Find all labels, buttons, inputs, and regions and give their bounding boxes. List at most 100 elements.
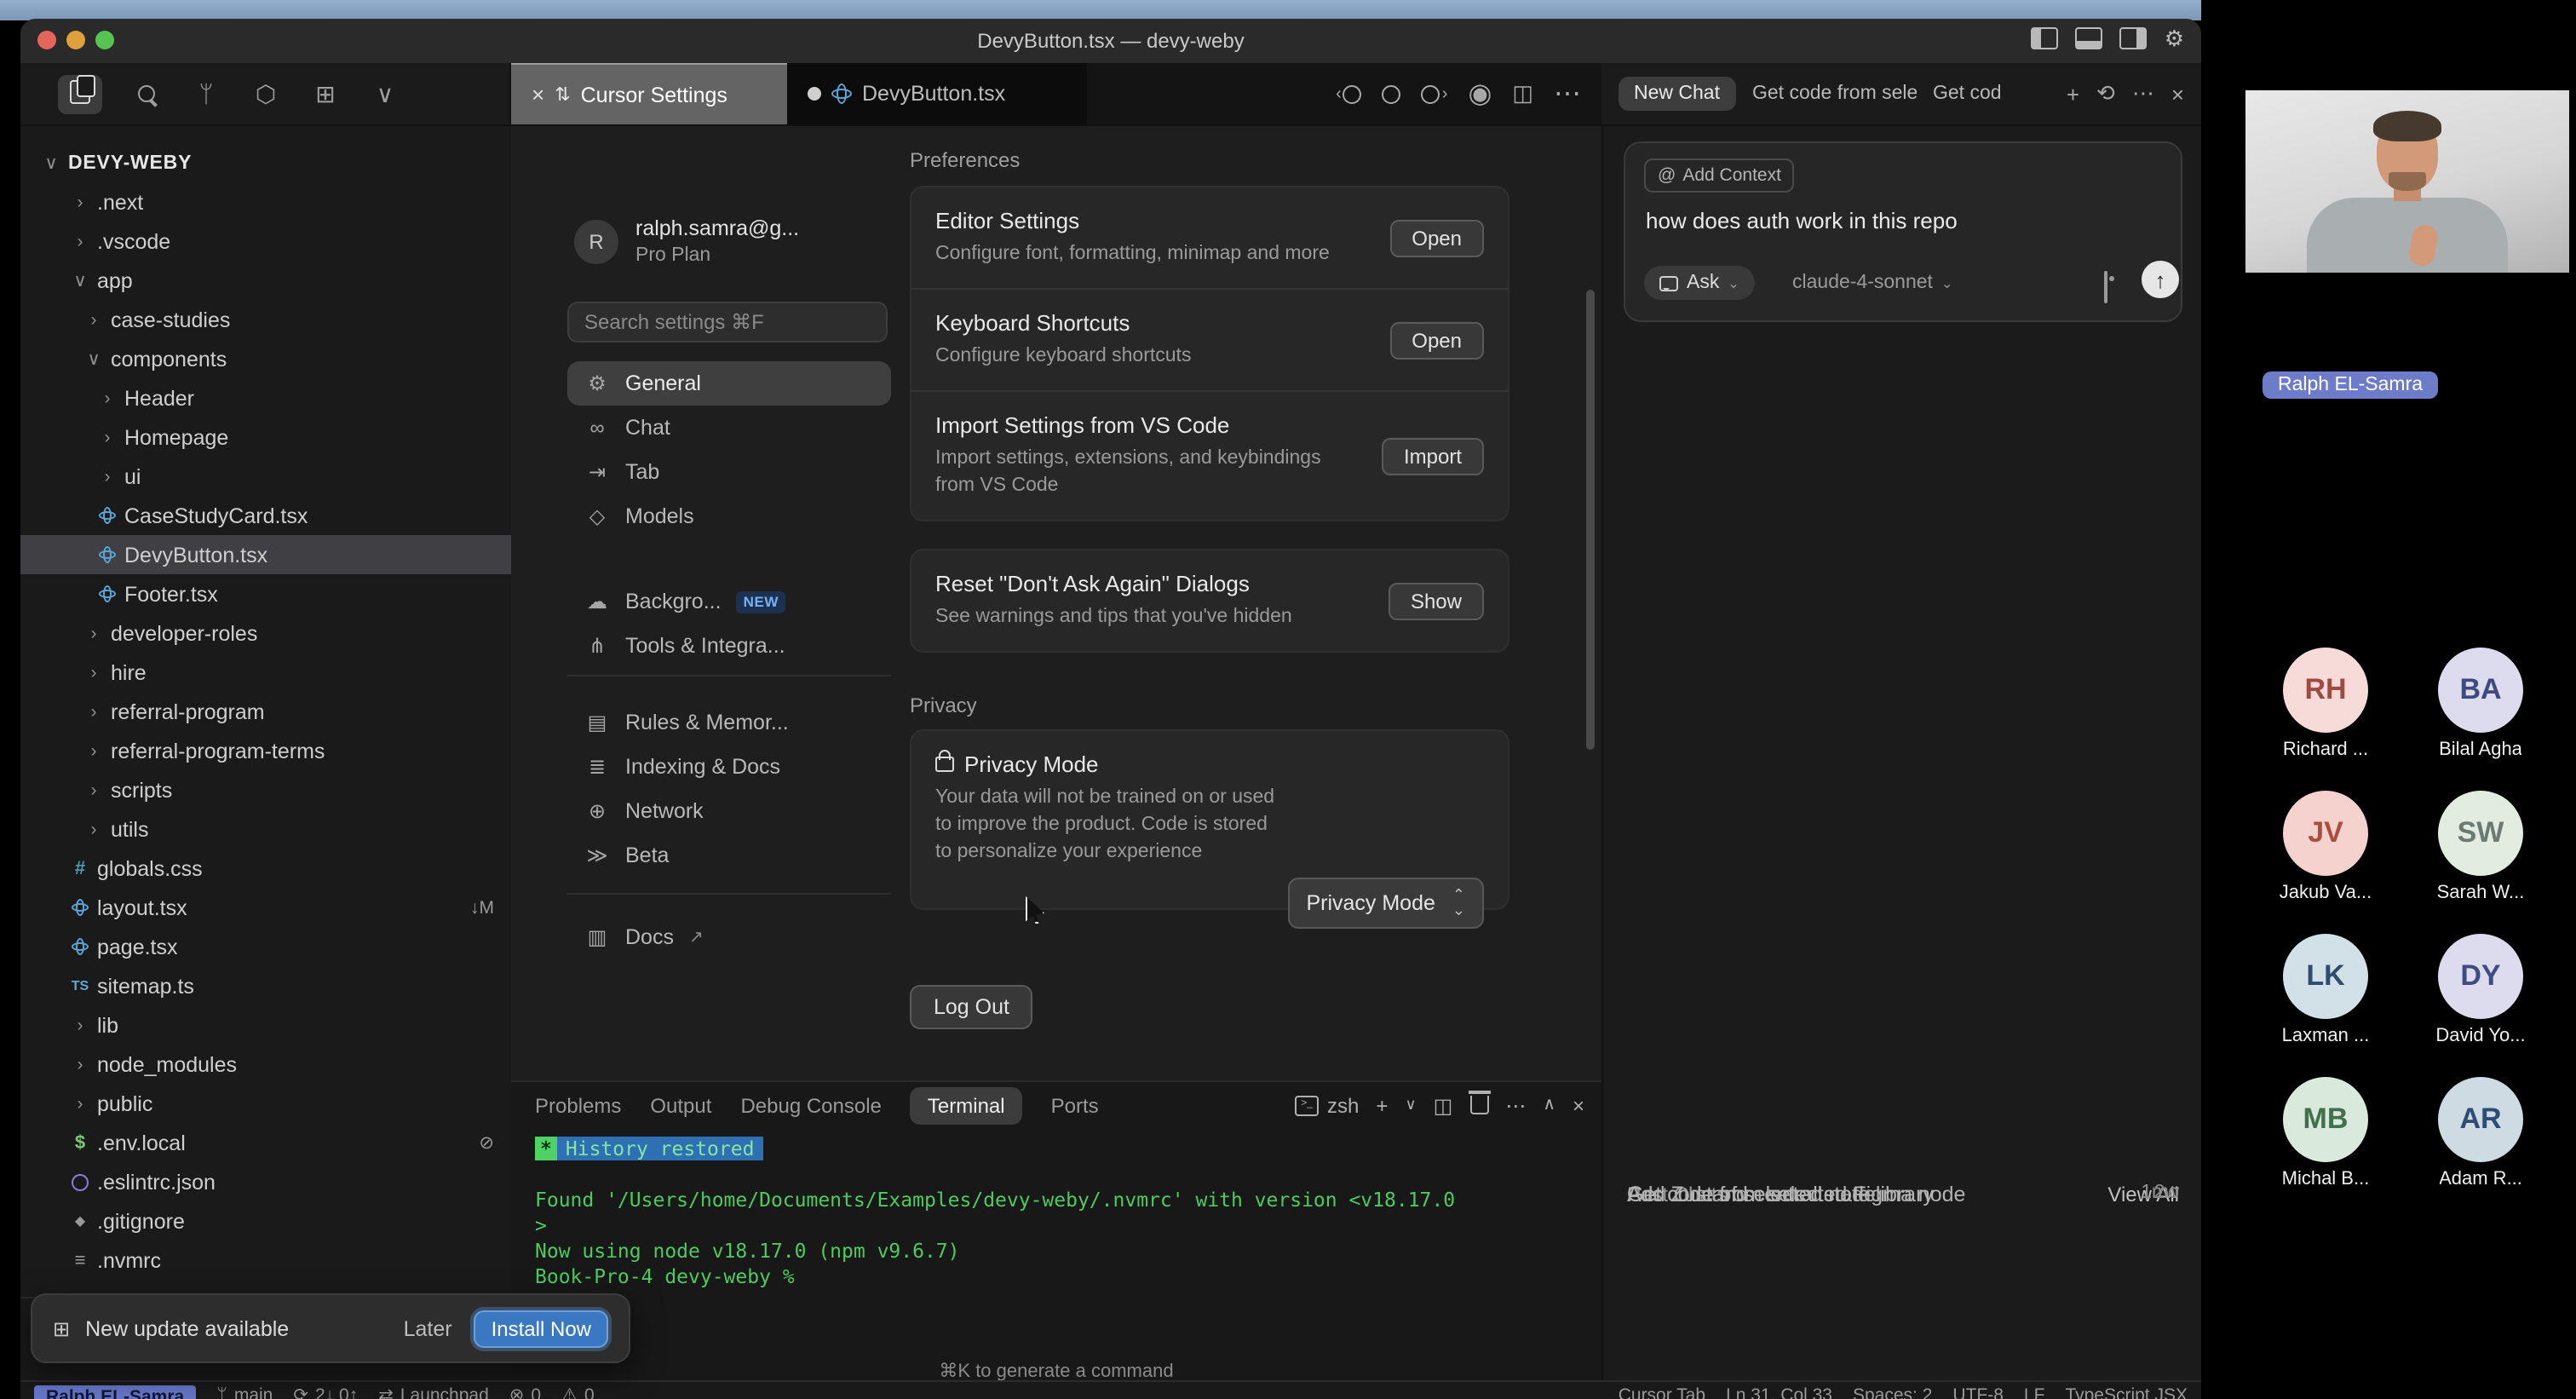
- more-icon[interactable]: ⋯: [1505, 1093, 1526, 1117]
- tree-item[interactable]: DevyButton.tsx: [20, 535, 511, 574]
- participant[interactable]: RH Richard ...: [2252, 648, 2399, 760]
- terminal-tab[interactable]: Ports: [1051, 1093, 1099, 1117]
- settings-nav-item[interactable]: ☁ Backgro... NEW: [567, 579, 891, 624]
- run-icon[interactable]: ◉: [1468, 77, 1492, 111]
- presenter-video[interactable]: [2245, 90, 2569, 273]
- privacy-mode-select[interactable]: Privacy Mode ⌃⌄: [1287, 878, 1484, 929]
- extensions-icon[interactable]: ⊞: [310, 79, 341, 108]
- tab-devybutton[interactable]: DevyButton.tsx: [787, 63, 1087, 124]
- attach-image-icon[interactable]: [2104, 271, 2107, 303]
- split-editor-icon[interactable]: ◫: [1512, 80, 1533, 107]
- chat-tab-1[interactable]: Get code from sele: [1752, 83, 1916, 104]
- maximize-panel-icon[interactable]: ∧: [1543, 1096, 1555, 1114]
- status-item[interactable]: ⚠0: [561, 1385, 595, 1399]
- tree-item[interactable]: sitemap.ts: [20, 966, 511, 1005]
- tree-item[interactable]: ∨ components: [20, 339, 511, 378]
- participant[interactable]: DY David Yo...: [2407, 934, 2554, 1046]
- tree-item[interactable]: .gitignore: [20, 1201, 511, 1241]
- tree-item[interactable]: .eslintrc.json: [20, 1162, 511, 1201]
- status-item[interactable]: Cursor Tab: [1619, 1385, 1705, 1399]
- tree-item[interactable]: › ui: [20, 457, 511, 496]
- tree-item[interactable]: › public: [20, 1084, 511, 1123]
- status-item[interactable]: UTF-8: [1952, 1385, 2004, 1399]
- later-button[interactable]: Later: [404, 1316, 452, 1340]
- more-icon[interactable]: ⋯: [2132, 80, 2154, 107]
- nav-current-icon[interactable]: [1383, 84, 1401, 103]
- toggle-left-sidebar-icon[interactable]: [2032, 27, 2059, 49]
- chat-tab-new[interactable]: New Chat: [1619, 77, 1735, 111]
- status-item[interactable]: Ln 31, Col 33: [1726, 1385, 1832, 1399]
- tree-item[interactable]: › hire: [20, 653, 511, 692]
- nav-back-icon[interactable]: ‹: [1336, 84, 1362, 103]
- explorer-icon[interactable]: [58, 74, 102, 113]
- tree-item[interactable]: › utils: [20, 809, 511, 849]
- chat-input-card[interactable]: @ Add Context how does auth work in this…: [1624, 141, 2182, 322]
- close-icon[interactable]: ×: [532, 82, 544, 107]
- new-terminal-icon[interactable]: +: [1376, 1093, 1388, 1117]
- tree-item[interactable]: ∨ app: [20, 261, 511, 300]
- terminal-tab[interactable]: Debug Console: [740, 1093, 881, 1117]
- more-actions-icon[interactable]: ⋯: [1554, 77, 1581, 111]
- install-now-button[interactable]: Install Now: [474, 1310, 608, 1347]
- tree-item[interactable]: › referral-program: [20, 692, 511, 731]
- new-chat-plus-icon[interactable]: +: [2067, 81, 2079, 107]
- settings-nav-item[interactable]: ⇥ Tab: [567, 450, 891, 494]
- chat-message-input[interactable]: how does auth work in this repo: [1646, 208, 1958, 233]
- settings-nav-item[interactable]: ▤ Rules & Memor...: [567, 700, 891, 745]
- settings-nav-item[interactable]: ⋔ Tools & Integra...: [567, 624, 891, 668]
- tree-item[interactable]: .env.local ⊘: [20, 1123, 511, 1162]
- modified-dot-icon[interactable]: [808, 87, 821, 101]
- shell-indicator[interactable]: >_zsh: [1295, 1093, 1359, 1117]
- status-item[interactable]: ⊗0: [509, 1385, 541, 1399]
- status-item[interactable]: ᛘmain: [216, 1385, 273, 1399]
- send-button[interactable]: ↑: [2142, 261, 2179, 298]
- status-item[interactable]: ⇄Launchpad: [378, 1385, 489, 1399]
- chat-tab-2[interactable]: Get cod: [1933, 83, 2002, 104]
- settings-nav-item-docs[interactable]: ▥ Docs ↗: [567, 915, 891, 959]
- participant[interactable]: SW Sarah W...: [2407, 791, 2554, 903]
- mode-selector[interactable]: Ask ⌄: [1644, 266, 1755, 300]
- show-button[interactable]: Show: [1389, 582, 1484, 619]
- tree-item[interactable]: › developer-roles: [20, 613, 511, 653]
- tree-item[interactable]: Footer.tsx: [20, 574, 511, 613]
- search-icon[interactable]: [131, 80, 162, 107]
- tree-item[interactable]: CaseStudyCard.tsx: [20, 496, 511, 535]
- toggle-right-sidebar-icon[interactable]: [2120, 27, 2148, 49]
- past-chat-item[interactable]: Add Zustand central state library 1mo: [1627, 1183, 2179, 1223]
- settings-search-input[interactable]: Search settings ⌘F: [567, 302, 888, 343]
- status-item[interactable]: LF: [2024, 1385, 2045, 1399]
- tree-item[interactable]: › lib: [20, 1005, 511, 1045]
- tree-item[interactable]: › node_modules: [20, 1045, 511, 1084]
- tree-item[interactable]: › .vscode: [20, 222, 511, 261]
- chevron-down-icon[interactable]: ∨: [1405, 1096, 1416, 1114]
- cube-icon[interactable]: ⬡: [250, 79, 281, 108]
- history-icon[interactable]: ⟲: [2096, 80, 2115, 107]
- settings-nav-item[interactable]: ◇ Models: [567, 494, 891, 538]
- status-item[interactable]: TypeScript JSX: [2065, 1385, 2188, 1399]
- close-panel-icon[interactable]: ×: [2171, 81, 2184, 107]
- nav-forward-icon[interactable]: ›: [1422, 84, 1448, 103]
- settings-nav-item[interactable]: ≣ Indexing & Docs: [567, 745, 891, 789]
- tab-cursor-settings[interactable]: × ⇅ Cursor Settings: [511, 63, 787, 124]
- gear-icon[interactable]: ⚙: [2165, 29, 2184, 48]
- logout-button[interactable]: Log Out: [910, 985, 1033, 1029]
- source-control-icon[interactable]: ᛘ: [191, 80, 221, 107]
- terminal-tab[interactable]: Output: [650, 1093, 711, 1117]
- add-context-chip[interactable]: @ Add Context: [1644, 158, 1795, 193]
- participant[interactable]: MB Michal B...: [2252, 1077, 2399, 1189]
- terminal-tab[interactable]: Terminal: [911, 1086, 1022, 1124]
- settings-nav-item[interactable]: ⊕ Network: [567, 789, 891, 833]
- chevron-down-icon[interactable]: ∨: [370, 79, 400, 108]
- tree-item[interactable]: page.tsx: [20, 927, 511, 966]
- tree-item[interactable]: › Homepage: [20, 417, 511, 457]
- status-item[interactable]: Spaces: 2: [1853, 1385, 1932, 1399]
- tree-item[interactable]: layout.tsx ↓M: [20, 888, 511, 927]
- split-terminal-icon[interactable]: ◫: [1434, 1093, 1453, 1117]
- model-selector[interactable]: claude-4-sonnet ⌄: [1792, 273, 1952, 293]
- setting-action-button[interactable]: Open: [1389, 321, 1484, 359]
- setting-action-button[interactable]: Open: [1389, 219, 1484, 256]
- participant[interactable]: LK Laxman ...: [2252, 934, 2399, 1046]
- setting-action-button[interactable]: Import: [1382, 438, 1484, 475]
- settings-nav-item[interactable]: ⚙ General: [567, 361, 891, 406]
- kill-terminal-icon[interactable]: [1469, 1096, 1488, 1114]
